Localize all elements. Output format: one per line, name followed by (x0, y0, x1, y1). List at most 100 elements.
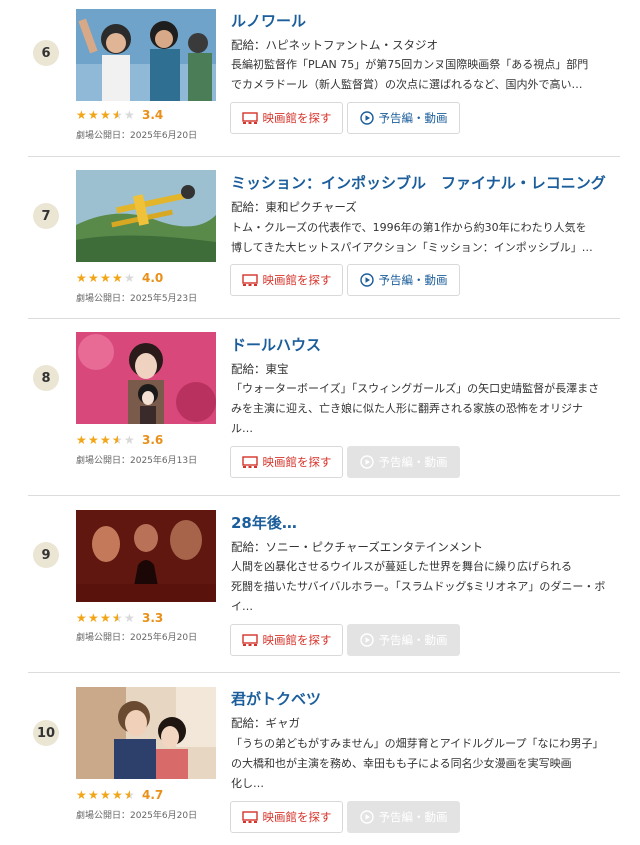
star-icon: ★ (112, 433, 124, 447)
rating: ★★★★★ 3.4 (76, 108, 163, 122)
play-icon (359, 633, 374, 647)
rating-score: 3.4 (142, 108, 164, 122)
find-theater-label: 映画館を探す (262, 810, 332, 824)
find-theater-button[interactable]: 映画館を探す (230, 801, 343, 833)
trailer-label: 予告編・動画 (378, 633, 448, 647)
row-divider (28, 495, 620, 496)
trailer-button[interactable]: 予告編・動画 (347, 446, 460, 478)
rating: ★★★★★ 4.7 (76, 788, 163, 802)
star-icon: ★ (112, 271, 123, 285)
trailer-button[interactable]: 予告編・動画 (347, 264, 460, 296)
trailer-label: 予告編・動画 (378, 273, 448, 287)
trailer-label: 予告編・動画 (378, 455, 448, 469)
star-icon: ★ (100, 108, 111, 122)
star-icon: ★ (76, 271, 87, 285)
description-line: 死闘を描いたサバイバルホラー。「スラムドッグ$ミリオネア」のダニー・ボ (231, 580, 606, 593)
find-theater-label: 映画館を探す (262, 455, 332, 469)
description-line: トム・クルーズの代表作で、1996年の第1作から約30年にわたり人気を (231, 221, 587, 234)
description-line: 「うちの弟どもがすみません」の畑芽育とアイドルグループ「なにわ男子」 (231, 737, 604, 750)
trailer-button[interactable]: 予告編・動画 (347, 624, 460, 656)
movie-title-link[interactable]: ルノワール (231, 10, 306, 31)
movie-title-link[interactable]: 28年後… (231, 512, 297, 533)
description-line: イ… (231, 600, 253, 613)
distributor: 配給：東和ピクチャーズ (231, 200, 357, 214)
star-icon: ★ (100, 271, 111, 285)
distributor: 配給：ギャガ (231, 716, 300, 730)
star-icon: ★ (88, 611, 99, 625)
star-icon: ★ (112, 788, 123, 802)
description-line: 化し… (231, 777, 264, 790)
movie-description: トム・クルーズの代表作で、1996年の第1作から約30年にわたり人気を 博してき… (231, 218, 616, 258)
theater-icon (241, 810, 258, 824)
rating-score: 4.0 (142, 271, 164, 285)
play-icon (359, 111, 374, 125)
rating-score: 3.6 (142, 433, 164, 447)
find-theater-button[interactable]: 映画館を探す (230, 446, 343, 478)
row-divider (28, 318, 620, 319)
movie-title-link[interactable]: 君がトクベツ (231, 688, 321, 709)
star-icon: ★ (100, 611, 111, 625)
star-icon: ★ (76, 108, 87, 122)
star-icon: ★ (76, 788, 87, 802)
star-icon: ★ (124, 271, 135, 285)
star-rating: ★ ★ ★ ★ ★ (76, 108, 136, 122)
row-divider (28, 672, 620, 673)
find-theater-button[interactable]: 映画館を探す (230, 264, 343, 296)
movie-poster[interactable] (76, 9, 216, 101)
star-rating: ★ ★ ★ ★ ★ (76, 611, 136, 625)
release-date: 劇場公開日：2025年6月13日 (76, 456, 198, 466)
rating-score: 3.3 (142, 611, 164, 625)
theater-icon (241, 273, 258, 287)
star-icon: ★ (100, 788, 111, 802)
find-theater-button[interactable]: 映画館を探す (230, 624, 343, 656)
distributor: 配給：ハピネットファントム・スタジオ (231, 38, 438, 52)
star-icon: ★ (88, 108, 99, 122)
theater-icon (241, 111, 258, 125)
description-line: でカメラドール（新人監督賞）の次点に選ばれるなど、国内外で高い… (231, 78, 583, 91)
star-icon: ★ (112, 611, 124, 625)
poster-image (76, 687, 216, 779)
movie-poster[interactable] (76, 510, 216, 602)
description-line: 長編初監督作「PLAN 75」が第75回カンヌ国際映画祭「ある視点」部門 (231, 58, 589, 71)
trailer-button[interactable]: 予告編・動画 (347, 102, 460, 134)
rating-score: 4.7 (142, 788, 164, 802)
poster-image (76, 332, 216, 424)
movie-poster[interactable] (76, 332, 216, 424)
movie-description: 人間を凶暴化させるウイルスが蔓延した世界を舞台に繰り広げられる 死闘を描いたサバ… (231, 557, 616, 617)
rank-badge: 9 (33, 542, 59, 568)
description-line: ル… (231, 422, 253, 435)
play-icon (359, 455, 374, 469)
star-icon: ★ (100, 433, 111, 447)
description-line: の大橋和也が主演を務め、幸田もも子による同名少女漫画を実写映画 (231, 757, 572, 770)
row-divider (28, 156, 620, 157)
release-date: 劇場公開日：2025年5月23日 (76, 294, 198, 304)
find-theater-button[interactable]: 映画館を探す (230, 102, 343, 134)
star-rating: ★ ★ ★ ★ ★ (76, 433, 136, 447)
movie-description: 長編初監督作「PLAN 75」が第75回カンヌ国際映画祭「ある視点」部門 でカメ… (231, 55, 616, 95)
star-icon: ★ (112, 108, 124, 122)
rank-badge: 7 (33, 203, 59, 229)
star-icon: ★ (76, 433, 87, 447)
play-icon (359, 273, 374, 287)
find-theater-label: 映画館を探す (262, 273, 332, 287)
star-icon: ★ (124, 611, 135, 625)
trailer-button[interactable]: 予告編・動画 (347, 801, 460, 833)
poster-image (76, 9, 216, 101)
movie-description: 「うちの弟どもがすみません」の畑芽育とアイドルグループ「なにわ男子」 の大橋和也… (231, 734, 616, 794)
rating: ★★★★★ 3.6 (76, 433, 163, 447)
poster-image (76, 170, 216, 262)
theater-icon (241, 455, 258, 469)
star-rating: ★ ★ ★ ★ ★ (76, 271, 136, 285)
movie-description: 「ウォーターボーイズ」「スウィングガールズ」の矢口史靖監督が長澤まさ みを主演に… (231, 379, 616, 439)
movie-title-link[interactable]: ドールハウス (231, 334, 321, 355)
star-icon: ★ (88, 271, 99, 285)
description-line: 博してきた大ヒットスパイアクション「ミッション：インポッシブル」… (231, 241, 593, 254)
movie-poster[interactable] (76, 687, 216, 779)
star-icon: ★ (124, 788, 136, 802)
movie-title-link[interactable]: ミッション：インポッシブル ファイナル・レコニング (231, 172, 606, 193)
description-line: みを主演に迎え、亡き娘に似た人形に翻弄される家族の恐怖をオリジナ (231, 402, 583, 415)
movie-poster[interactable] (76, 170, 216, 262)
trailer-label: 予告編・動画 (378, 810, 448, 824)
theater-icon (241, 633, 258, 647)
rating: ★★★★★ 3.3 (76, 611, 163, 625)
